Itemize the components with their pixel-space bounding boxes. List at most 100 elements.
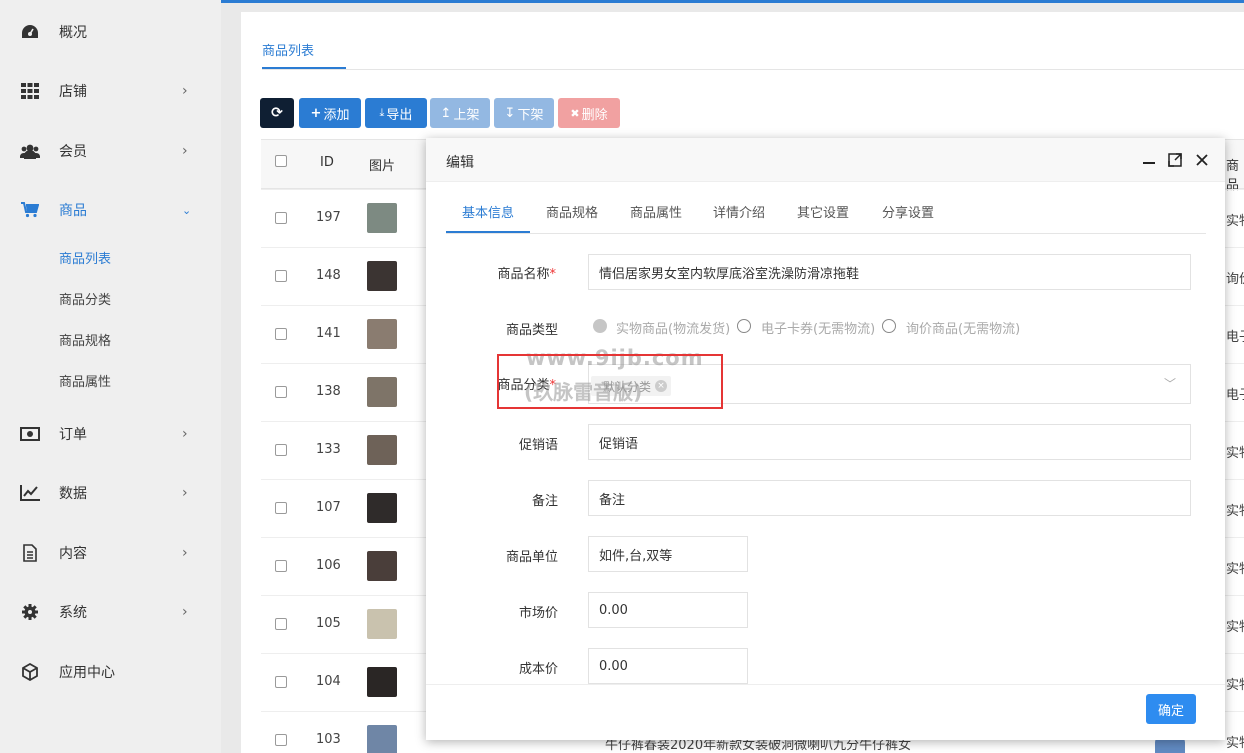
export-button[interactable]: ⤓ 导出 — [365, 98, 427, 128]
goods-name-label: 商品名称* — [497, 267, 556, 282]
row-checkbox[interactable] — [275, 270, 287, 282]
sidebar-subitem-goods-category[interactable]: 商品分类 — [59, 289, 111, 308]
download-icon: ⤓ — [379, 106, 385, 119]
promo-label: 促销语 — [518, 438, 558, 453]
radio-inquiry-label: 询价商品(无需物流) — [906, 322, 1021, 337]
sidebar-item-label: 内容 — [59, 546, 87, 562]
confirm-button[interactable]: 确定 — [1146, 694, 1196, 724]
row-type: 实物 — [1226, 214, 1244, 229]
chevron-right-icon: › — [182, 426, 188, 442]
modal-header: 编辑 — [426, 138, 1225, 182]
row-thumbnail[interactable] — [367, 435, 397, 465]
sidebar: 概况 店铺 › 会员 › 商品 ⌄ 商品列表 商品分类 商品规格 商品属性 订单… — [0, 0, 221, 753]
sidebar-item-label: 订单 — [59, 427, 87, 443]
modal-footer-divider — [426, 684, 1225, 685]
modal-footer — [426, 685, 1225, 740]
row-checkbox[interactable] — [275, 618, 287, 630]
tab-basic-info[interactable]: 基本信息 — [462, 202, 514, 221]
shelve-up-button[interactable]: ↥ 上架 — [430, 98, 490, 128]
grid-icon — [20, 81, 40, 101]
tab-divider — [262, 69, 1244, 70]
close-icon: ✖ — [570, 106, 580, 120]
tab-goods-attr[interactable]: 商品属性 — [630, 202, 682, 221]
tab-goods-list[interactable]: 商品列表 — [262, 40, 314, 59]
row-thumbnail[interactable] — [367, 609, 397, 639]
row-thumbnail[interactable] — [367, 667, 397, 697]
market-price-input[interactable]: 0.00 — [588, 592, 748, 628]
remark-input[interactable]: 备注 — [588, 480, 1191, 516]
sidebar-item-label: 数据 — [59, 486, 87, 502]
radio-physical-label: 实物商品(物流发货) — [616, 322, 731, 337]
sidebar-item-app-center[interactable]: 应用中心 — [0, 652, 221, 692]
row-thumbnail[interactable] — [367, 261, 397, 291]
row-type: 实物 — [1226, 562, 1244, 577]
row-thumbnail[interactable] — [367, 551, 397, 581]
sidebar-item-label: 概况 — [59, 25, 87, 41]
maximize-icon[interactable] — [1166, 151, 1184, 169]
shelve-down-button[interactable]: ↧ 下架 — [494, 98, 554, 128]
sidebar-item-label: 会员 — [59, 144, 87, 160]
row-thumbnail[interactable] — [367, 203, 397, 233]
sidebar-item-label: 店铺 — [59, 84, 87, 100]
row-thumbnail[interactable] — [367, 493, 397, 523]
row-thumbnail[interactable] — [367, 725, 397, 753]
row-checkbox[interactable] — [275, 444, 287, 456]
row-type: 询价 — [1226, 272, 1244, 287]
minimize-icon[interactable] — [1140, 151, 1158, 169]
users-icon — [20, 141, 40, 161]
promo-input[interactable]: 促销语 — [588, 424, 1191, 460]
radio-physical[interactable] — [593, 319, 607, 333]
close-icon[interactable] — [1193, 151, 1211, 169]
radio-ecard[interactable] — [737, 319, 751, 333]
row-type: 电子 — [1226, 330, 1244, 345]
row-checkbox[interactable] — [275, 560, 287, 572]
row-thumbnail[interactable] — [367, 377, 397, 407]
sidebar-item-goods[interactable]: 商品 ⌄ — [0, 190, 221, 230]
sidebar-subitem-goods-attr[interactable]: 商品属性 — [59, 371, 111, 390]
sidebar-item-system[interactable]: 系统 › — [0, 592, 221, 632]
tab-share-settings[interactable]: 分享设置 — [882, 202, 934, 221]
sidebar-item-label: 应用中心 — [59, 665, 115, 681]
select-all-checkbox[interactable] — [275, 155, 287, 167]
sidebar-subitem-goods-spec[interactable]: 商品规格 — [59, 330, 111, 349]
shelve-up-label: 上架 — [453, 107, 480, 123]
row-thumbnail[interactable] — [367, 319, 397, 349]
goods-type-label: 商品类型 — [505, 323, 558, 338]
sidebar-item-members[interactable]: 会员 › — [0, 131, 221, 171]
cost-price-input[interactable]: 0.00 — [588, 648, 748, 684]
sidebar-item-orders[interactable]: 订单 › — [0, 414, 221, 454]
add-button[interactable]: + 添加 — [299, 98, 361, 128]
tab-detail[interactable]: 详情介绍 — [713, 202, 765, 221]
goods-name-input[interactable]: 情侣居家男女室内软厚底浴室洗澡防滑凉拖鞋 — [588, 254, 1191, 290]
delete-button[interactable]: ✖ 删除 — [558, 98, 620, 128]
column-type: 商品 — [1226, 159, 1240, 193]
sidebar-item-overview[interactable]: 概况 — [0, 12, 221, 52]
column-image: 图片 — [369, 159, 396, 174]
refresh-button[interactable]: ⟳ — [260, 98, 294, 128]
row-checkbox[interactable] — [275, 386, 287, 398]
sidebar-item-content[interactable]: 内容 › — [0, 533, 221, 573]
row-id: 138 — [316, 384, 341, 399]
row-checkbox[interactable] — [275, 502, 287, 514]
tab-goods-spec[interactable]: 商品规格 — [546, 202, 598, 221]
row-type: 实物 — [1226, 736, 1244, 751]
cost-price-label: 成本价 — [518, 662, 558, 677]
row-type: 电子 — [1226, 388, 1244, 403]
sidebar-subitem-goods-list[interactable]: 商品列表 — [59, 248, 111, 267]
row-checkbox[interactable] — [275, 328, 287, 340]
row-checkbox[interactable] — [275, 734, 287, 746]
sidebar-item-data[interactable]: 数据 › — [0, 473, 221, 513]
chevron-right-icon: › — [182, 485, 188, 501]
chart-icon — [20, 483, 40, 503]
row-checkbox[interactable] — [275, 212, 287, 224]
radio-inquiry[interactable] — [882, 319, 896, 333]
highlight-box — [497, 354, 723, 409]
cube-icon — [20, 662, 40, 682]
row-checkbox[interactable] — [275, 676, 287, 688]
dashboard-icon — [20, 22, 40, 42]
unit-input[interactable]: 如件,台,双等 — [588, 536, 748, 572]
export-button-label: 导出 — [386, 107, 413, 123]
column-id: ID — [320, 155, 334, 170]
sidebar-item-shop[interactable]: 店铺 › — [0, 71, 221, 111]
tab-other-settings[interactable]: 其它设置 — [797, 202, 849, 221]
